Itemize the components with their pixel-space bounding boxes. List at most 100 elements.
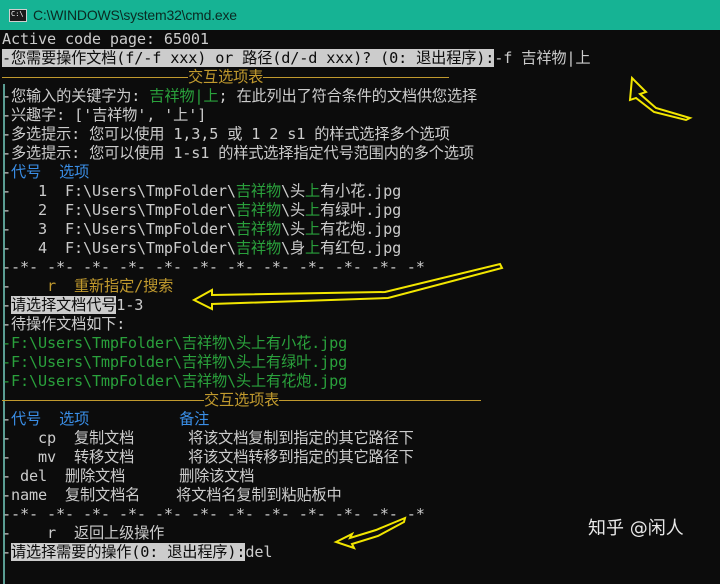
menu-title-separator-2: 交互选项表 <box>2 391 482 410</box>
menu-title-separator: 交互选项表 <box>2 68 450 87</box>
prompt-file-code-input[interactable]: 1-3 <box>116 296 143 314</box>
window-title: C:\WINDOWS\system32\cmd.exe <box>33 7 237 23</box>
file-path-rest: 有小花.jpg <box>320 182 402 200</box>
op-note: 将该文档复制到指定的其它路径下 <box>188 429 414 447</box>
file-path-prefix: F:\Users\TmpFolder\ <box>64 201 236 219</box>
code-page-line: Active code page: 65001 <box>2 30 209 48</box>
file-path-rest: 有红包.jpg <box>320 239 402 257</box>
op-note: 将文档名复制到粘贴板中 <box>176 486 342 504</box>
hint-line-2: -多选提示: 您可以使用 1-s1 的样式选择指定代号范围内的多个选项 <box>2 144 474 162</box>
op-option: 删除文档 <box>64 467 126 485</box>
file-path-prefix: F:\Users\TmpFolder\ <box>64 182 236 200</box>
ops-header-option: 选项 <box>59 410 90 428</box>
reselect-label: 重新指定/搜索 <box>73 277 174 295</box>
file-row[interactable]: - 2 F:\Users\TmpFolder\吉祥物\头上有绿叶.jpg <box>2 201 401 220</box>
keyword-value: 吉祥物|上 <box>149 87 219 105</box>
ops-header: -代号 选项 备注 <box>2 410 210 428</box>
interest-text: 兴趣字: ['吉祥物', '上'] <box>11 106 207 124</box>
menu-title-2: 交互选项表 <box>204 391 280 409</box>
pending-file: -F:\Users\TmpFolder\吉祥物\头上有绿叶.jpg <box>2 353 348 371</box>
reselect-code: r <box>46 277 56 295</box>
op-code: cp <box>37 429 56 447</box>
file-keyword-1: 吉祥物 <box>235 239 281 257</box>
pending-title-text: 待操作文档如下: <box>11 315 126 333</box>
op-option: 复制文档名 <box>64 486 141 504</box>
separator-dash <box>263 77 450 78</box>
op-code: name <box>11 486 47 504</box>
file-path-prefix: F:\Users\TmpFolder\ <box>64 220 236 238</box>
star-separator-2: --*- -*- -*- -*- -*- -*- -*- -*- -*- -*-… <box>2 505 425 523</box>
keyword-prefix: 您输入的关键字为: <box>11 87 150 105</box>
prompt-file-or-path: -您需要操作文档(f/-f xxx) or 路径(d/-d xxx)? (0: … <box>2 49 591 67</box>
file-code: 1 <box>37 182 47 200</box>
interest-line: -兴趣字: ['吉祥物', '上'] <box>2 106 207 124</box>
prompt-operation-label: 请选择需要的操作(0: 退出程序): <box>11 543 246 561</box>
keyword-line: -您输入的关键字为: 吉祥物|上; 在此列出了符合条件的文档供您选择 <box>2 87 478 105</box>
back-code: r <box>46 524 56 542</box>
hint-text-2: 多选提示: 您可以使用 1-s1 的样式选择指定代号范围内的多个选项 <box>11 144 474 162</box>
op-code: mv <box>37 448 56 466</box>
file-path-mid: \头 <box>281 201 306 219</box>
pending-title: -待操作文档如下: <box>2 315 126 333</box>
file-keyword-1: 吉祥物 <box>235 201 281 219</box>
file-path-rest: 有花炮.jpg <box>320 220 402 238</box>
op-row-mv[interactable]: - mv 转移文档 将该文档转移到指定的其它路径下 <box>2 448 414 467</box>
op-code: del <box>20 467 47 485</box>
prompt-file-or-path-input[interactable]: -f 吉祥物|上 <box>494 49 590 67</box>
console-output[interactable]: Active code page: 65001 -您需要操作文档(f/-f xx… <box>0 30 720 584</box>
file-keyword-2: 上 <box>305 182 321 200</box>
reselect-row[interactable]: - r 重新指定/搜索 <box>2 277 173 296</box>
file-path-prefix: F:\Users\TmpFolder\ <box>64 239 236 257</box>
hint-line-1: -多选提示: 您可以使用 1,3,5 或 1 2 s1 的样式选择多个选项 <box>2 125 450 143</box>
window-titlebar[interactable]: C:\WINDOWS\system32\cmd.exe <box>0 0 720 30</box>
prompt-operation-input[interactable]: del <box>245 543 272 561</box>
op-option: 转移文档 <box>73 448 135 466</box>
separator-dash <box>2 400 204 401</box>
op-option: 复制文档 <box>73 429 135 447</box>
star-separator: --*- -*- -*- -*- -*- -*- -*- -*- -*- -*-… <box>2 258 425 276</box>
pending-file-path: F:\Users\TmpFolder\吉祥物\头上有花炮.jpg <box>11 372 348 390</box>
pending-file: -F:\Users\TmpFolder\吉祥物\头上有花炮.jpg <box>2 372 348 390</box>
back-row[interactable]: - r 返回上级操作 <box>2 524 164 543</box>
separator-dash <box>2 77 188 78</box>
file-code: 3 <box>37 220 47 238</box>
file-keyword-1: 吉祥物 <box>235 182 281 200</box>
op-row-cp[interactable]: - cp 复制文档 将该文档复制到指定的其它路径下 <box>2 429 414 448</box>
watermark: 知乎 @闲人 <box>588 518 684 539</box>
op-note: 将该文档转移到指定的其它路径下 <box>188 448 414 466</box>
file-row[interactable]: - 3 F:\Users\TmpFolder\吉祥物\头上有花炮.jpg <box>2 220 401 239</box>
list-header-code: 代号 <box>11 163 42 181</box>
menu-title: 交互选项表 <box>188 68 264 86</box>
file-row[interactable]: - 4 F:\Users\TmpFolder\吉祥物\身上有红包.jpg <box>2 239 401 258</box>
prompt-file-or-path-label: 您需要操作文档(f/-f xxx) or 路径(d/-d xxx)? (0: 退… <box>11 49 495 67</box>
list-header: -代号 选项 <box>2 163 90 181</box>
file-keyword-2: 上 <box>305 239 321 257</box>
prompt-file-code-label: 请选择文档代号 <box>11 296 117 314</box>
file-row[interactable]: - 1 F:\Users\TmpFolder\吉祥物\头上有小花.jpg <box>2 182 401 201</box>
pending-file-path: F:\Users\TmpFolder\吉祥物\头上有小花.jpg <box>11 334 348 352</box>
hint-text-1: 多选提示: 您可以使用 1,3,5 或 1 2 s1 的样式选择多个选项 <box>11 125 450 143</box>
file-keyword-2: 上 <box>305 220 321 238</box>
ops-header-note: 备注 <box>179 410 210 428</box>
file-path-rest: 有绿叶.jpg <box>320 201 402 219</box>
console-icon <box>9 8 27 22</box>
separator-dash <box>279 400 482 401</box>
file-path-mid: \头 <box>281 220 306 238</box>
file-keyword-1: 吉祥物 <box>235 220 281 238</box>
file-path-mid: \头 <box>281 182 306 200</box>
op-row-name[interactable]: -name 复制文档名 将文档名复制到粘贴板中 <box>2 486 342 505</box>
file-keyword-2: 上 <box>305 201 321 219</box>
pending-file: -F:\Users\TmpFolder\吉祥物\头上有小花.jpg <box>2 334 348 352</box>
list-header-option: 选项 <box>59 163 90 181</box>
prompt-file-code: -请选择文档代号1-3 <box>2 296 144 314</box>
prompt-operation: -请选择需要的操作(0: 退出程序):del <box>2 543 273 561</box>
back-label: 返回上级操作 <box>73 524 165 542</box>
op-note: 删除该文档 <box>179 467 255 485</box>
file-code: 4 <box>37 239 47 257</box>
op-row-del[interactable]: - del 删除文档 删除该文档 <box>2 467 254 486</box>
file-code: 2 <box>37 201 47 219</box>
pending-file-path: F:\Users\TmpFolder\吉祥物\头上有绿叶.jpg <box>11 353 348 371</box>
keyword-suffix: ; 在此列出了符合条件的文档供您选择 <box>218 87 478 105</box>
ops-header-code: 代号 <box>11 410 42 428</box>
file-path-mid: \身 <box>281 239 306 257</box>
